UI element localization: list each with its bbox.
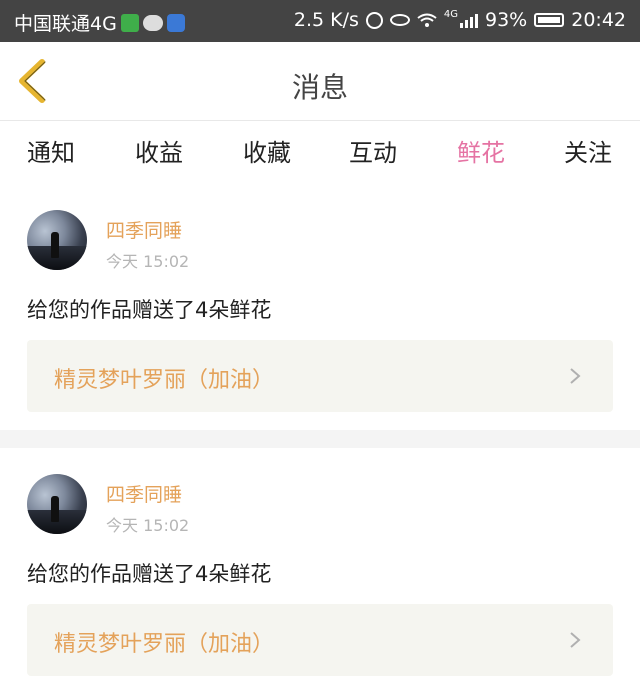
work-link[interactable]: 精灵梦叶罗丽（加油） [27, 340, 613, 412]
tab-follow[interactable]: 关注 [543, 133, 633, 168]
notification-card: 四季同睡 今天 15:02 给您的作品赠送了4朵鲜花 精灵梦叶罗丽（加油） [0, 180, 640, 430]
work-title: 精灵梦叶罗丽（加油） [54, 368, 275, 393]
tab-flowers-label: 鲜花 [457, 139, 505, 167]
clock: 20:42 [571, 9, 626, 31]
wifi-icon [417, 13, 437, 27]
nav-bar: 消息 [0, 42, 640, 121]
signal-icon [460, 12, 478, 28]
page-title: 消息 [291, 71, 348, 104]
work-title: 精灵梦叶罗丽（加油） [54, 632, 275, 657]
avatar[interactable] [27, 474, 87, 534]
chevron-right-icon [570, 368, 581, 384]
notification-message: 给您的作品赠送了4朵鲜花 [27, 298, 272, 322]
wechat-icon [142, 14, 163, 31]
eye-icon [389, 14, 410, 26]
data-saver-icon [365, 11, 383, 29]
status-bar-right: 2.5 K/s 4G 93% 20:42 [294, 9, 626, 31]
tab-flowers[interactable]: 鲜花 [436, 133, 526, 184]
avatar[interactable] [27, 210, 87, 270]
tab-notice[interactable]: 通知 [6, 133, 96, 168]
username[interactable]: 四季同睡 [106, 480, 182, 507]
notification-message: 给您的作品赠送了4朵鲜花 [27, 562, 272, 586]
shield-icon [166, 13, 185, 32]
chevron-right-icon [570, 632, 581, 648]
timestamp: 今天 15:02 [106, 252, 190, 271]
battery-percent: 93% [485, 9, 528, 31]
tab-earnings[interactable]: 收益 [114, 133, 204, 168]
notification-card: 四季同睡 今天 15:02 给您的作品赠送了4朵鲜花 精灵梦叶罗丽（加油） [0, 448, 640, 692]
tab-interaction[interactable]: 互动 [328, 133, 418, 168]
avatar-figure [51, 496, 59, 522]
avatar-figure [51, 232, 59, 258]
card-divider [0, 430, 640, 448]
carrier-label: 中国联通4G [14, 13, 117, 35]
tab-bar: 通知 收益 收藏 互动 鲜花 关注 [0, 121, 640, 184]
work-link[interactable]: 精灵梦叶罗丽（加油） [27, 604, 613, 676]
status-bar-left: 中国联通4G [14, 9, 185, 36]
tab-favorites[interactable]: 收藏 [222, 133, 312, 168]
status-bar: 中国联通4G 2.5 K/s 4G 93% 20:42 [0, 0, 640, 42]
battery-icon [534, 13, 565, 27]
timestamp: 今天 15:02 [106, 516, 190, 535]
net-speed-label: 2.5 K/s [293, 9, 359, 31]
username[interactable]: 四季同睡 [106, 216, 182, 243]
app-notification-icon [120, 13, 139, 32]
network-type-label: 4G [443, 9, 458, 20]
